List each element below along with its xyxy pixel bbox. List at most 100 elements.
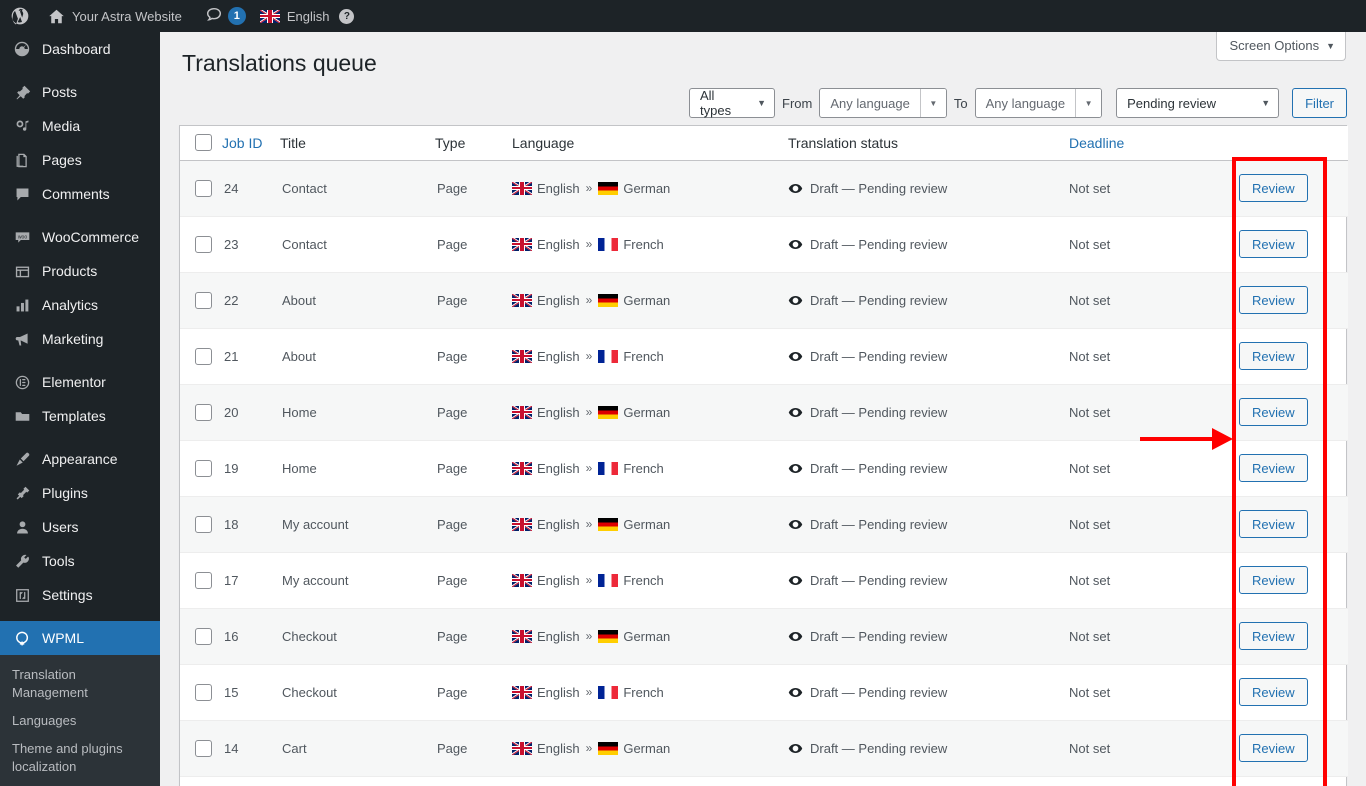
cell-actions: Review xyxy=(1239,384,1348,441)
analytics-icon xyxy=(12,295,32,315)
cell-language: English » German xyxy=(512,608,788,665)
sidebar-item-templates[interactable]: Templates xyxy=(0,399,160,433)
sidebar-item-comments[interactable]: Comments xyxy=(0,177,160,211)
language-arrow-separator: » xyxy=(585,573,593,587)
review-button[interactable]: Review xyxy=(1239,734,1308,762)
review-button[interactable]: Review xyxy=(1239,454,1308,482)
sidebar-item-label: Pages xyxy=(42,152,82,168)
sidebar-item-tools[interactable]: Tools xyxy=(0,544,160,578)
uk-flag-icon xyxy=(512,405,532,419)
sidebar-item-products[interactable]: Products xyxy=(0,254,160,288)
screen-options-button[interactable]: Screen Options ▼ xyxy=(1216,32,1346,61)
to-language-select[interactable]: Any language ▼ xyxy=(974,88,1103,118)
source-language-label: English xyxy=(537,628,580,644)
sidebar-item-appearance[interactable]: Appearance xyxy=(0,442,160,476)
sidebar-item-woocommerce[interactable]: woo WooCommerce xyxy=(0,220,160,254)
uk-flag-icon xyxy=(512,517,532,531)
row-checkbox[interactable] xyxy=(195,179,212,197)
from-language-select[interactable]: Any language ▼ xyxy=(819,88,947,118)
row-checkbox[interactable] xyxy=(195,459,212,477)
cell-title: Cart xyxy=(280,720,435,777)
row-checkbox[interactable] xyxy=(195,235,212,253)
sidebar-item-media[interactable]: Media xyxy=(0,109,160,143)
current-language-label: English xyxy=(286,8,330,24)
pin-icon xyxy=(12,82,32,102)
to-language-value: Any language xyxy=(985,95,1066,111)
eye-icon xyxy=(788,629,803,644)
submenu-item-theme-and-plugins-localization[interactable]: Theme and plugins localization xyxy=(0,735,160,781)
language-arrow-separator: » xyxy=(585,685,593,699)
chevron-down-icon: ▼ xyxy=(1326,40,1335,51)
column-header-job-id[interactable]: Job ID xyxy=(222,126,280,161)
sidebar-item-label: Comments xyxy=(42,186,110,202)
site-name-menu[interactable]: Your Astra Website xyxy=(39,0,191,32)
help-icon[interactable]: ? xyxy=(339,8,355,24)
sidebar-item-analytics[interactable]: Analytics xyxy=(0,288,160,322)
row-checkbox[interactable] xyxy=(195,739,212,757)
sidebar-item-pages[interactable]: Pages xyxy=(0,143,160,177)
sidebar-item-posts[interactable]: Posts xyxy=(0,75,160,109)
language-switcher-menu[interactable]: English ? xyxy=(259,8,355,24)
cell-type: Page xyxy=(435,328,512,385)
status-text: Draft — Pending review xyxy=(810,572,948,588)
review-button[interactable]: Review xyxy=(1239,174,1308,202)
row-checkbox[interactable] xyxy=(195,291,212,309)
cell-language: English » French xyxy=(512,552,788,609)
type-filter-value: All types xyxy=(700,88,732,118)
table-body: 24 Contact Page English» German Draft — Pendi… xyxy=(180,160,1348,777)
wordpress-logo-menu[interactable] xyxy=(0,0,39,32)
chevron-down-icon[interactable]: ▼ xyxy=(1075,89,1102,117)
column-header-language: Language xyxy=(512,126,788,161)
submenu-item-translation-management[interactable]: Translation Management xyxy=(0,661,160,707)
review-button[interactable]: Review xyxy=(1239,566,1308,594)
cell-job-id: 17 xyxy=(222,552,280,609)
sidebar-item-settings[interactable]: Settings xyxy=(0,578,160,612)
review-button[interactable]: Review xyxy=(1239,230,1308,258)
cell-translation-status: Draft — Pending review xyxy=(788,216,1069,273)
row-checkbox[interactable] xyxy=(195,683,212,701)
row-checkbox[interactable] xyxy=(195,347,212,365)
settings-icon xyxy=(12,585,32,605)
folder-icon xyxy=(12,406,32,426)
sidebar-item-wpml[interactable]: WPML xyxy=(0,621,168,655)
row-checkbox[interactable] xyxy=(195,403,212,421)
sidebar-item-users[interactable]: Users xyxy=(0,510,160,544)
home-icon xyxy=(48,8,65,25)
sidebar-item-plugins[interactable]: Plugins xyxy=(0,476,160,510)
review-button[interactable]: Review xyxy=(1239,622,1308,650)
table-row: 21 About Page English » French Draft — Pending… xyxy=(180,328,1348,385)
comments-menu[interactable]: 1 xyxy=(205,6,246,27)
review-button[interactable]: Review xyxy=(1239,286,1308,314)
table-row: 15 Checkout Page English » French Draft — Pend… xyxy=(180,664,1348,721)
review-button[interactable]: Review xyxy=(1239,398,1308,426)
french-flag-icon xyxy=(598,461,619,475)
status-filter-select[interactable]: Pending review ▼ xyxy=(1116,88,1280,118)
comment-count-badge: 1 xyxy=(227,7,246,25)
select-all-checkbox[interactable] xyxy=(195,134,212,152)
cell-translation-status: Draft — Pending review xyxy=(788,552,1069,609)
cell-title: My account xyxy=(280,496,435,553)
type-filter-select[interactable]: All types ▼ xyxy=(689,88,775,118)
row-checkbox[interactable] xyxy=(195,515,212,533)
column-header-actions xyxy=(1239,126,1348,161)
row-checkbox[interactable] xyxy=(195,571,212,589)
language-arrow-separator: » xyxy=(585,517,593,531)
cell-title: Checkout xyxy=(280,608,435,665)
row-checkbox[interactable] xyxy=(195,627,212,645)
chevron-down-icon[interactable]: ▼ xyxy=(919,89,946,117)
status-text: Draft — Pending review xyxy=(810,684,948,700)
cell-title: Contact xyxy=(280,216,435,273)
sidebar-item-marketing[interactable]: Marketing xyxy=(0,322,160,356)
review-button[interactable]: Review xyxy=(1239,678,1308,706)
column-header-deadline[interactable]: Deadline xyxy=(1069,126,1239,161)
german-flag-icon xyxy=(598,181,619,195)
cell-language: English » French xyxy=(512,216,788,273)
review-button[interactable]: Review xyxy=(1239,510,1308,538)
sidebar-item-elementor[interactable]: Elementor xyxy=(0,365,160,399)
sidebar-item-dashboard[interactable]: Dashboard xyxy=(0,32,160,66)
review-button[interactable]: Review xyxy=(1239,342,1308,370)
submenu-item-languages[interactable]: Languages xyxy=(0,707,160,735)
uk-flag-icon xyxy=(512,293,532,307)
french-flag-icon xyxy=(598,349,619,363)
filter-button[interactable]: Filter xyxy=(1292,88,1347,118)
